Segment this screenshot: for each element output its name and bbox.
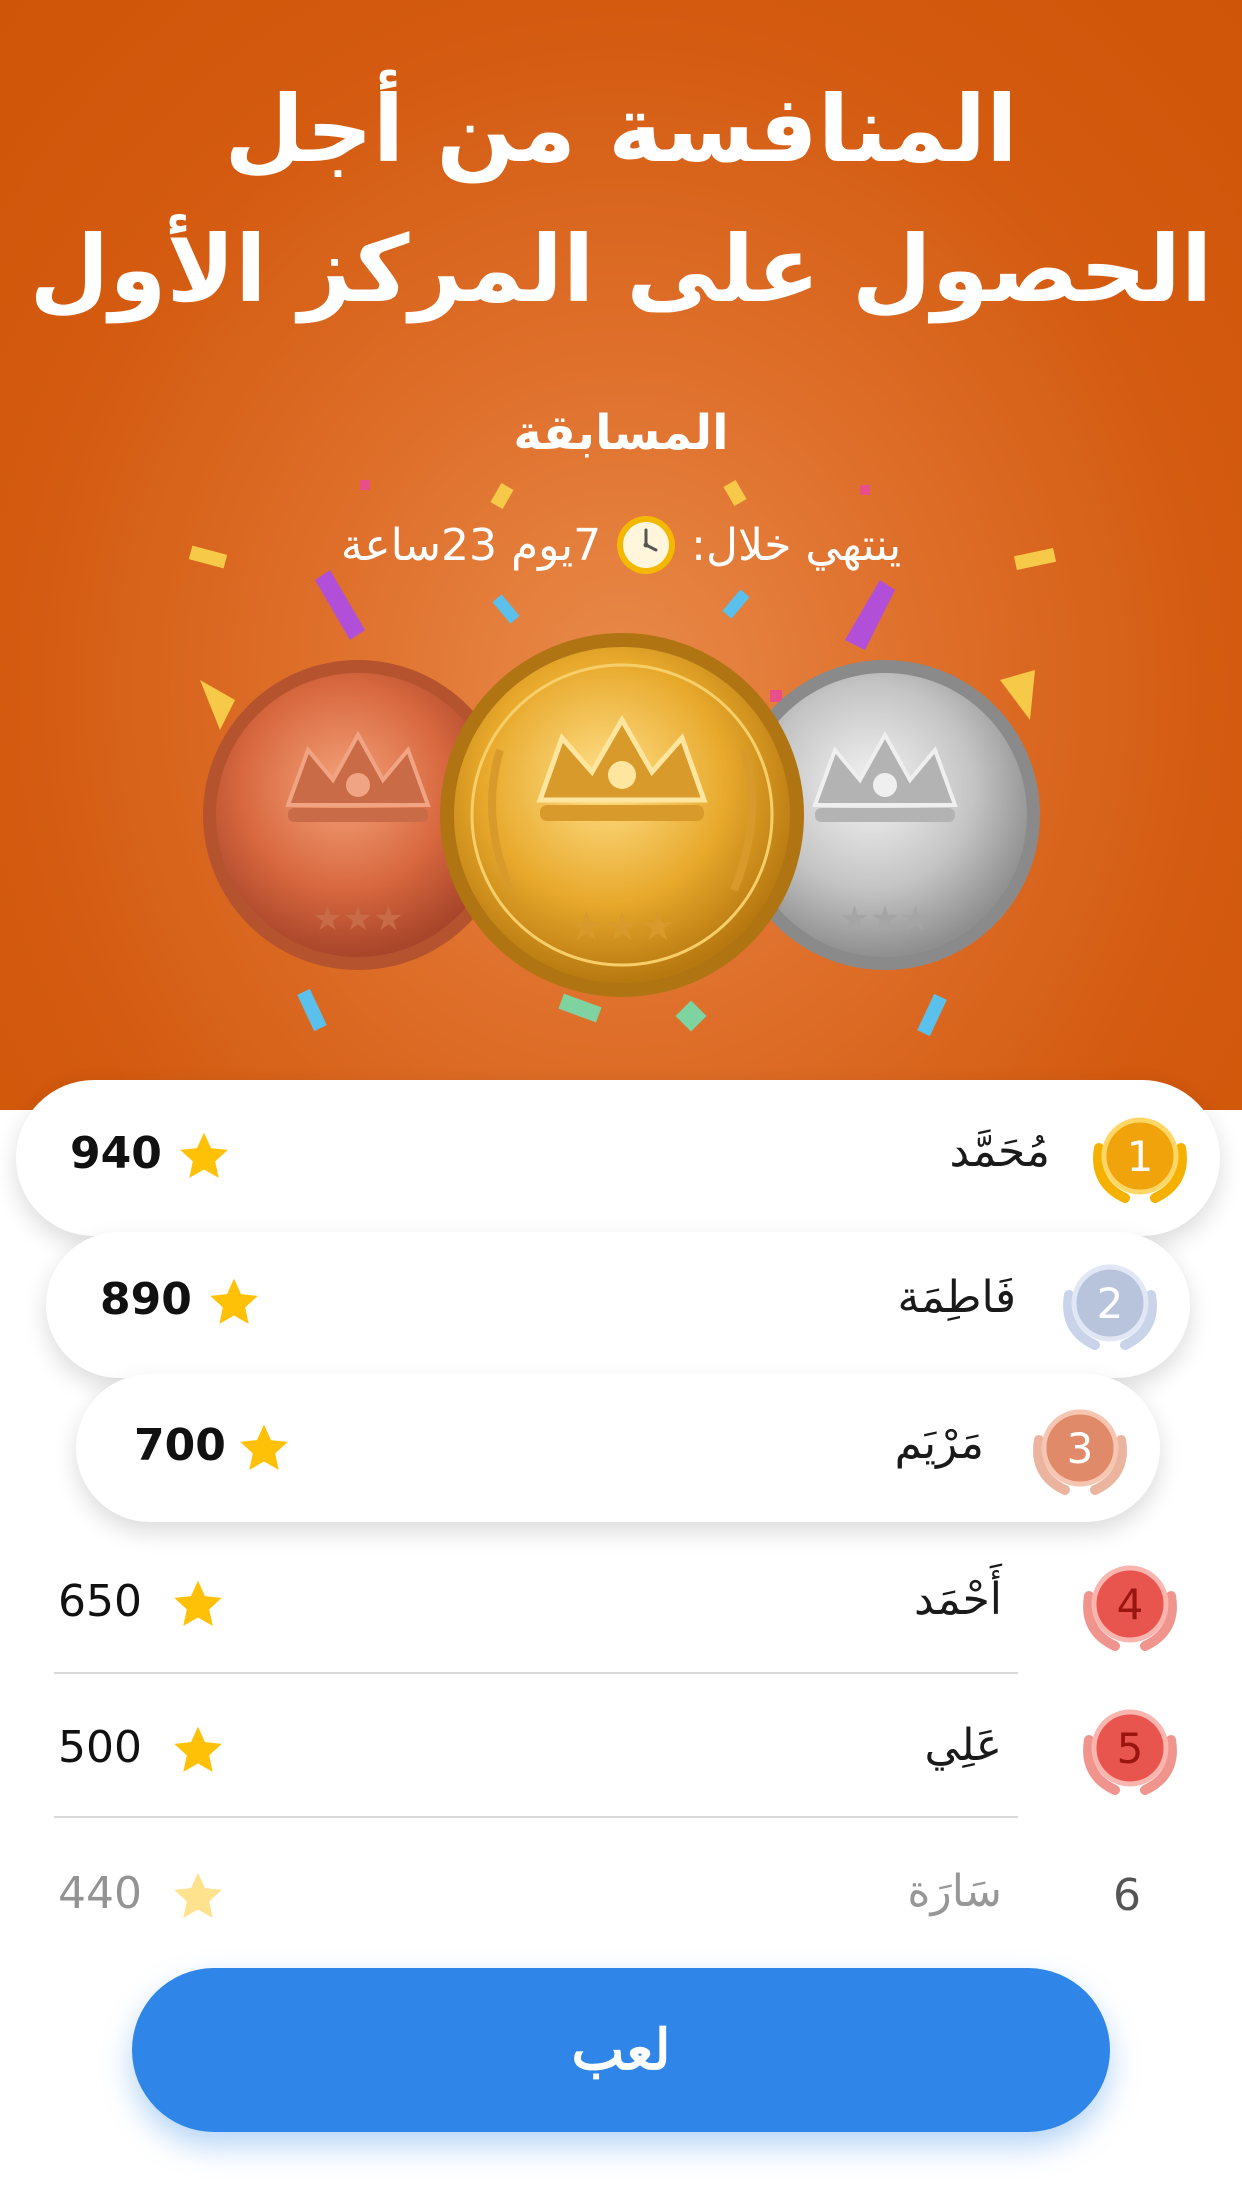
star-icon xyxy=(210,1278,258,1324)
star-icon xyxy=(180,1132,228,1178)
player-name: فَاطِمَة xyxy=(897,1272,1017,1323)
star-icon xyxy=(240,1424,288,1470)
svg-text:★★★: ★★★ xyxy=(568,904,676,950)
player-name: مَرْيَم xyxy=(894,1418,984,1469)
rank-number: 5 xyxy=(1116,1723,1144,1773)
score-value: 700 xyxy=(134,1420,226,1471)
score-value: 500 xyxy=(58,1722,142,1773)
rank-number: 6 xyxy=(1113,1870,1141,1921)
score-value: 890 xyxy=(100,1274,192,1325)
rank-number: 4 xyxy=(1116,1579,1144,1629)
score-value: 940 xyxy=(70,1128,162,1179)
player-name: مُحَمَّد xyxy=(949,1126,1050,1177)
row-divider xyxy=(54,1672,1018,1674)
player-name: أَحْمَد xyxy=(914,1574,1002,1625)
star-icon xyxy=(174,1872,222,1918)
score-value: 650 xyxy=(58,1576,142,1627)
rank-number: 2 xyxy=(1096,1278,1124,1328)
svg-text:★★★: ★★★ xyxy=(312,899,403,939)
score-value: 440 xyxy=(58,1868,142,1919)
row-divider xyxy=(54,1816,1018,1818)
hero-banner: المنافسة من أجل الحصول على المركز الأول … xyxy=(0,0,1242,1110)
medals-illustration: ★★★ ★★★ ★★★ xyxy=(203,633,1040,997)
play-button[interactable]: لعب xyxy=(132,1968,1110,2132)
star-icon xyxy=(174,1580,222,1626)
svg-text:★★★: ★★★ xyxy=(839,899,930,939)
star-icon xyxy=(174,1726,222,1772)
player-name: عَلِي xyxy=(924,1720,1003,1771)
player-name: سَارَة xyxy=(907,1866,1002,1917)
gold-medal-icon: ★★★ xyxy=(440,633,804,997)
rank-number: 1 xyxy=(1126,1131,1154,1181)
rank-number: 3 xyxy=(1066,1423,1094,1473)
